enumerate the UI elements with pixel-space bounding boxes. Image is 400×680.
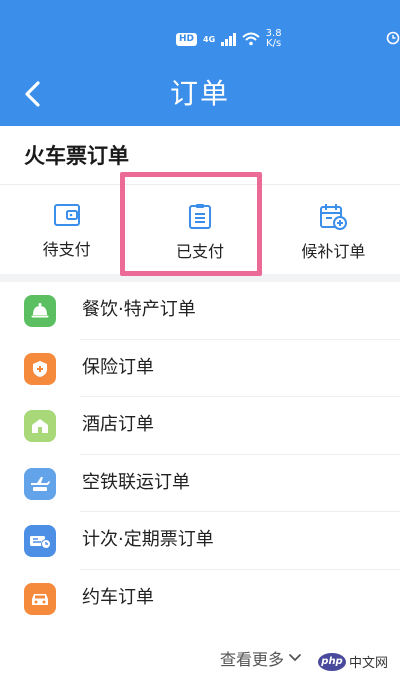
view-more-label: 查看更多 xyxy=(220,650,285,669)
watermark-badge: php xyxy=(318,652,346,671)
shield-plus-icon xyxy=(24,352,56,385)
food-bell-icon xyxy=(24,295,56,327)
chevron-down-icon xyxy=(289,654,301,662)
list-item-label: 餐饮·特产订单 xyxy=(82,299,196,320)
list-item-hotel-orders[interactable]: 酒店订单 xyxy=(0,397,400,455)
list-item-insurance-orders[interactable]: 保险订单 xyxy=(0,340,400,398)
car-icon xyxy=(24,582,56,615)
calendar-add-icon xyxy=(320,204,348,230)
ticket-pass-icon xyxy=(24,525,56,557)
list-item-label: 计次·定期票订单 xyxy=(82,529,214,550)
train-orders-title: 火车票订单 xyxy=(24,144,129,168)
list-item-food-orders[interactable]: 餐饮·特产订单 xyxy=(0,282,400,340)
list-item-car-orders[interactable]: 约车订单 xyxy=(0,570,400,628)
highlight-box xyxy=(120,172,262,276)
list-item-air-rail-orders[interactable]: 空铁联运订单 xyxy=(0,455,400,513)
wifi-icon xyxy=(241,32,260,46)
tab-pending-payment[interactable]: 待支付 xyxy=(0,188,133,272)
list-item-pass-ticket-orders[interactable]: 计次·定期票订单 xyxy=(0,512,400,570)
nav-bar: 订单 xyxy=(0,62,400,126)
plane-train-icon xyxy=(24,467,56,500)
view-more-button[interactable]: 查看更多 xyxy=(220,646,302,670)
status-indicators: HD 4G 3.8 K/s xyxy=(176,26,282,52)
watermark: php 中文网 xyxy=(318,652,388,671)
network-speed: 3.8 K/s xyxy=(266,29,282,49)
tab-label: 待支付 xyxy=(42,240,91,259)
wallet-icon xyxy=(53,204,80,226)
hd-badge: HD xyxy=(176,32,198,46)
status-bar: HD 4G 3.8 K/s xyxy=(0,0,400,62)
tab-label: 候补订单 xyxy=(301,242,366,261)
list-item-label: 约车订单 xyxy=(82,586,154,608)
order-list: 餐饮·特产订单 保险订单 酒店订单 空铁联运订单 计次·定期票订单 约车订单 xyxy=(0,282,400,626)
alarm-clock-icon xyxy=(386,31,400,45)
list-item-label: 保险订单 xyxy=(82,356,154,378)
list-item-label: 酒店订单 xyxy=(82,414,154,435)
hotel-icon xyxy=(24,410,56,442)
network-label: 4G xyxy=(203,34,216,44)
watermark-text: 中文网 xyxy=(349,656,389,671)
signal-icon xyxy=(221,32,236,46)
tab-waitlist-orders[interactable]: 候补订单 xyxy=(267,188,400,272)
speed-unit: K/s xyxy=(266,38,282,49)
page-title: 订单 xyxy=(169,77,230,110)
list-item-label: 空铁联运订单 xyxy=(82,471,190,493)
